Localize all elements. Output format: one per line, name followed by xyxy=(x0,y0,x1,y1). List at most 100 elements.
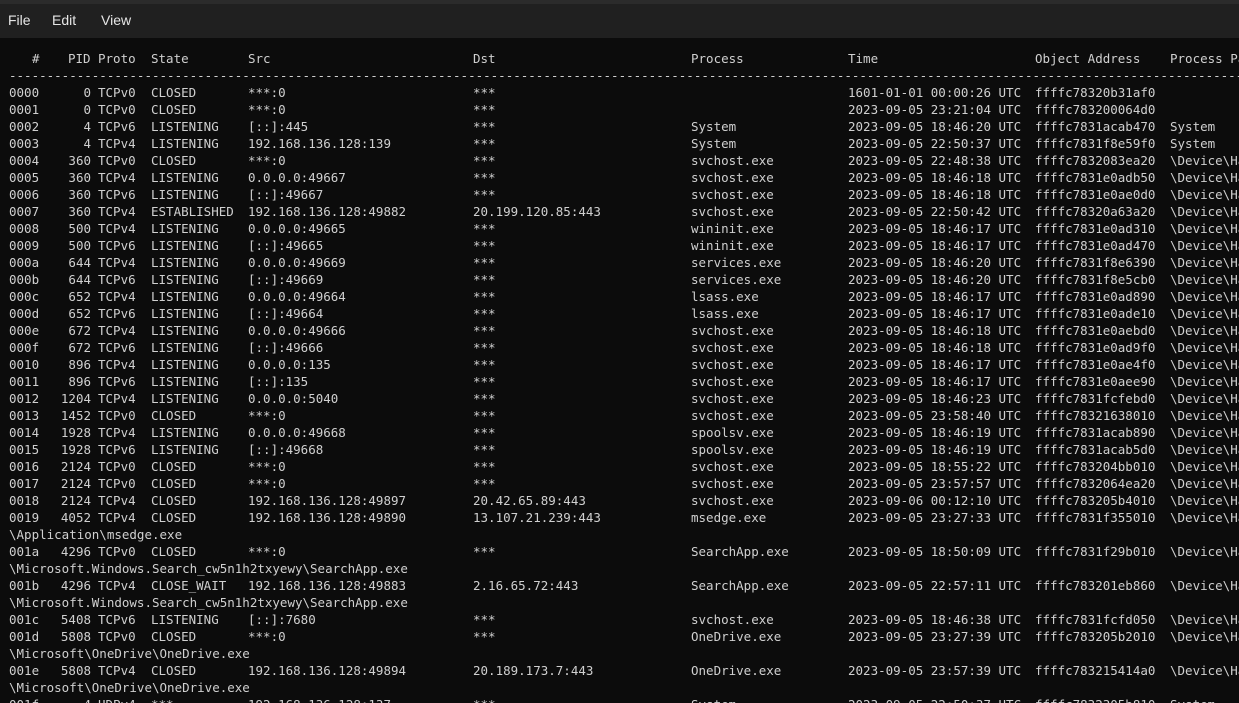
cell-num: 000b xyxy=(9,272,40,287)
cell-num: 0011 xyxy=(9,374,40,389)
cell-dst: *** xyxy=(473,136,496,151)
cell-src: [::]:49664 xyxy=(248,306,324,321)
cell-pid: 500 xyxy=(68,238,91,253)
cell-pid: 0 xyxy=(83,85,91,100)
table-row: 0019 4052 TCPv4 CLOSED 192.168.136.128:49890… xyxy=(0,509,1239,526)
col-header-object: Object Address xyxy=(1035,51,1141,66)
cell-src: [::]:49667 xyxy=(248,187,324,202)
cell-process: wininit.exe xyxy=(691,221,774,236)
cell-pid: 500 xyxy=(68,221,91,236)
cell-proto: TCPv4 xyxy=(98,578,136,593)
cell-state: CLOSED xyxy=(151,629,197,644)
table-row: 001f 4 UDPv4 *** 192.168.136.128:137 *** Syste… xyxy=(0,696,1239,703)
cell-pid: 1928 xyxy=(60,425,91,440)
cell-process: svchost.exe xyxy=(691,323,774,338)
cell-object: ffffc783204bb010 xyxy=(1035,459,1156,474)
cell-time: 2023-09-05 22:48:38 UTC xyxy=(848,153,1022,168)
cell-src: ***:0 xyxy=(248,476,286,491)
cell-process: services.exe xyxy=(691,272,782,287)
cell-proto: TCPv4 xyxy=(98,136,136,151)
terminal-output[interactable]: # PID Proto State Src Dst Process Time O… xyxy=(0,38,1239,703)
cell-process-path: \Device\Ha xyxy=(1170,374,1239,389)
col-header-process: Process xyxy=(691,51,744,66)
cell-pid: 2124 xyxy=(60,459,91,474)
cell-time: 2023-09-05 23:27:33 UTC xyxy=(848,510,1022,525)
table-header: # PID Proto State Src Dst Process Time O… xyxy=(0,50,1239,67)
cell-process: System xyxy=(691,119,737,134)
cell-process: svchost.exe xyxy=(691,204,774,219)
cell-proto: TCPv4 xyxy=(98,493,136,508)
cell-src: [::]:135 xyxy=(248,374,309,389)
cell-src: ***:0 xyxy=(248,408,286,423)
cell-time: 2023-09-05 18:50:09 UTC xyxy=(848,544,1022,559)
cell-process-path: \Device\Ha xyxy=(1170,578,1239,593)
cell-num: 0015 xyxy=(9,442,40,457)
table-row: 0009 500 TCPv6 LISTENING [::]:49665 *** winini… xyxy=(0,237,1239,254)
table-row: 0007 360 TCPv4 ESTABLISHED 192.168.136.128:4… xyxy=(0,203,1239,220)
cell-src: 0.0.0.0:49665 xyxy=(248,221,346,236)
cell-process: svchost.exe xyxy=(691,459,774,474)
cell-process-path: \Device\Ha xyxy=(1170,442,1239,457)
cell-object: ffffc7831acab5d0 xyxy=(1035,442,1156,457)
menu-file[interactable]: File xyxy=(8,12,31,28)
cell-num: 0018 xyxy=(9,493,40,508)
cell-process: spoolsv.exe xyxy=(691,425,774,440)
cell-proto: TCPv4 xyxy=(98,170,136,185)
menu-edit[interactable]: Edit xyxy=(52,12,76,28)
cell-process: wininit.exe xyxy=(691,238,774,253)
cell-process-path: System xyxy=(1170,696,1215,703)
cell-process: svchost.exe xyxy=(691,340,774,355)
cell-src: 192.168.136.128:49883 xyxy=(248,578,407,593)
table-row: 0004 360 TCPv0 CLOSED ***:0 *** svchost.exe 202… xyxy=(0,152,1239,169)
cell-src: [::]:49669 xyxy=(248,272,324,287)
table-row: 0008 500 TCPv4 LISTENING 0.0.0.0:49665 *** win… xyxy=(0,220,1239,237)
cell-object: ffffc7831f29b010 xyxy=(1035,544,1156,559)
cell-time: 2023-09-05 22:50:37 UTC xyxy=(848,696,1021,703)
cell-pid: 652 xyxy=(68,289,91,304)
cell-process: spoolsv.exe xyxy=(691,442,774,457)
cell-state: CLOSED xyxy=(151,493,197,508)
table-row: 0002 4 TCPv6 LISTENING [::]:445 *** System 2023… xyxy=(0,118,1239,135)
cell-num: 000f xyxy=(9,340,40,355)
table-row: 0006 360 TCPv6 LISTENING [::]:49667 *** svchos… xyxy=(0,186,1239,203)
cell-process: System xyxy=(691,696,736,703)
cell-state: CLOSED xyxy=(151,459,197,474)
table-row: 001d 5808 TCPv0 CLOSED ***:0 *** OneDrive.exe 2… xyxy=(0,628,1239,645)
cell-time: 2023-09-05 18:46:17 UTC xyxy=(848,374,1022,389)
cell-proto: TCPv4 xyxy=(98,221,136,236)
cell-time: 2023-09-05 18:46:19 UTC xyxy=(848,425,1022,440)
cell-dst: 2.16.65.72:443 xyxy=(473,578,579,593)
cell-process-path: \Device\Ha xyxy=(1170,544,1239,559)
cell-state: LISTENING xyxy=(151,306,219,321)
table-row: 0017 2124 TCPv0 CLOSED ***:0 *** svchost.exe 20… xyxy=(0,475,1239,492)
menu-view[interactable]: View xyxy=(101,12,131,28)
cell-process: svchost.exe xyxy=(691,187,774,202)
cell-object: ffffc7832083ea20 xyxy=(1035,153,1156,168)
cell-num: 0017 xyxy=(9,476,40,491)
cell-src: [::]:445 xyxy=(248,119,309,134)
cell-state: LISTENING xyxy=(151,170,219,185)
table-row: 0018 2124 TCPv4 CLOSED 192.168.136.128:49897… xyxy=(0,492,1239,509)
cell-time: 2023-09-05 18:46:38 UTC xyxy=(848,612,1022,627)
cell-num: 001d xyxy=(9,629,40,644)
cell-src: ***:0 xyxy=(248,102,286,117)
cell-state: CLOSE_WAIT xyxy=(151,578,227,593)
table-row: 0005 360 TCPv4 LISTENING 0.0.0.0:49667 *** svc… xyxy=(0,169,1239,186)
cell-num: 000a xyxy=(9,255,40,270)
cell-state: LISTENING xyxy=(151,612,219,627)
table-row-wrap: \Application\msedge.exe xyxy=(0,526,1239,543)
cell-object: ffffc7831e0ad310 xyxy=(1035,221,1156,236)
cell-process: OneDrive.exe xyxy=(691,629,782,644)
cell-time: 2023-09-05 18:46:17 UTC xyxy=(848,221,1022,236)
table-row: 000e 672 TCPv4 LISTENING 0.0.0.0:49666 *** svc… xyxy=(0,322,1239,339)
cell-process: svchost.exe xyxy=(691,153,774,168)
cell-state: LISTENING xyxy=(151,119,219,134)
cell-pid: 360 xyxy=(68,204,91,219)
cell-object: ffffc7831e0aebd0 xyxy=(1035,323,1156,338)
cell-time: 2023-09-05 18:46:17 UTC xyxy=(848,289,1022,304)
cell-dst: *** xyxy=(473,85,496,100)
cell-proto: TCPv0 xyxy=(98,102,136,117)
cell-proto: TCPv4 xyxy=(98,391,136,406)
separator-dashes: ----------------------------------------… xyxy=(9,68,1239,83)
cell-num: 001a xyxy=(9,544,40,559)
